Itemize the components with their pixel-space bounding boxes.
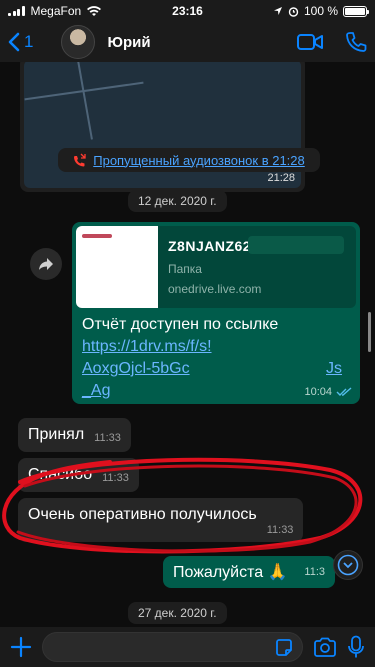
link-line-2-start: AoxgOjcl-5bGc [82, 360, 190, 377]
battery-percent: 100 % [303, 4, 338, 18]
read-receipt-icon [336, 387, 352, 396]
contact-name[interactable]: Юрий [107, 34, 297, 51]
incoming-message[interactable]: Спасибо 11:33 [18, 458, 139, 492]
preview-title: Z8NJANZ62 [168, 238, 252, 254]
chat-header: 1 Юрий [0, 22, 375, 62]
chevron-left-icon [8, 32, 20, 52]
message-time: 21:28 [267, 172, 295, 184]
missed-call-text: Пропущенный аудиозвонок в 21:28 [93, 152, 305, 168]
scrollbar[interactable] [368, 312, 371, 352]
microphone-icon[interactable] [347, 635, 365, 659]
message-time: 11:33 [94, 432, 121, 444]
wifi-icon [87, 5, 102, 16]
link-preview[interactable]: Z8NJANZ62 Папка onedrive.live.com [76, 226, 356, 308]
message-meta: 10:04 [304, 386, 352, 398]
carrier-label: MegaFon [30, 4, 82, 18]
incoming-message[interactable]: Очень оперативно получилось 11:33 [18, 498, 304, 542]
chevron-down-icon [337, 554, 359, 576]
message-time: 11:33 [102, 472, 129, 484]
onedrive-link-line-2[interactable]: AoxgOjcl-5bGc Js [82, 358, 342, 380]
unread-count: 1 [24, 32, 34, 51]
forward-button[interactable] [30, 248, 62, 280]
date-separator: 12 дек. 2020 г. [128, 190, 227, 212]
date-separator: 27 дек. 2020 г. [128, 602, 227, 624]
outgoing-link-message[interactable]: Z8NJANZ62 Папка onedrive.live.com Отчёт … [72, 222, 360, 404]
status-left: MegaFon [8, 4, 138, 18]
missed-call-icon [74, 153, 86, 167]
back-button[interactable]: 1 [8, 32, 33, 52]
preview-subtitle: Папка [168, 262, 202, 276]
location-message[interactable]: 21:28 [20, 62, 305, 192]
status-time: 23:16 [172, 4, 203, 18]
status-bar: MegaFon 23:16 100 % [0, 0, 375, 22]
message-input[interactable] [42, 632, 303, 662]
input-bar [0, 627, 375, 667]
avatar[interactable] [61, 25, 96, 59]
redacted-area [248, 236, 344, 254]
onedrive-link[interactable]: https://1drv.ms/f/s! [82, 336, 352, 358]
phone-call-icon[interactable] [345, 31, 367, 53]
location-icon [273, 7, 282, 15]
alarm-icon [288, 6, 299, 17]
preview-thumbnail [76, 226, 158, 308]
message-text: Очень оперативно получилось [28, 506, 257, 523]
scroll-down-button[interactable] [333, 550, 363, 580]
message-body: Отчёт доступен по ссылке [82, 316, 279, 333]
status-right: 100 % [237, 4, 369, 18]
chat-area[interactable]: 21:28 Пропущенный аудиозвонок в 21:28 12… [0, 62, 375, 627]
message-time: 11:33 [266, 524, 294, 536]
preview-domain: onedrive.live.com [168, 282, 262, 296]
message-time: 10:04 [304, 386, 332, 398]
forward-icon [39, 258, 53, 270]
link-line-2-tail: Js [326, 360, 342, 377]
sticker-icon[interactable] [274, 638, 294, 658]
plus-icon[interactable] [10, 636, 32, 658]
message-time: 11:3 [304, 566, 325, 578]
outgoing-message[interactable]: Пожалуйста 🙏 11:3 [163, 556, 335, 588]
header-actions [297, 31, 367, 53]
message-text: Пожалуйста 🙏 [173, 564, 288, 581]
message-text: Спасибо [28, 466, 93, 483]
incoming-message[interactable]: Принял 11:33 [18, 418, 131, 452]
video-call-icon[interactable] [297, 33, 323, 51]
missed-call-notice[interactable]: Пропущенный аудиозвонок в 21:28 [58, 148, 320, 172]
camera-icon[interactable] [313, 637, 337, 657]
message-text: Принял [28, 426, 85, 443]
battery-icon [343, 5, 369, 17]
signal-icon [8, 6, 25, 16]
